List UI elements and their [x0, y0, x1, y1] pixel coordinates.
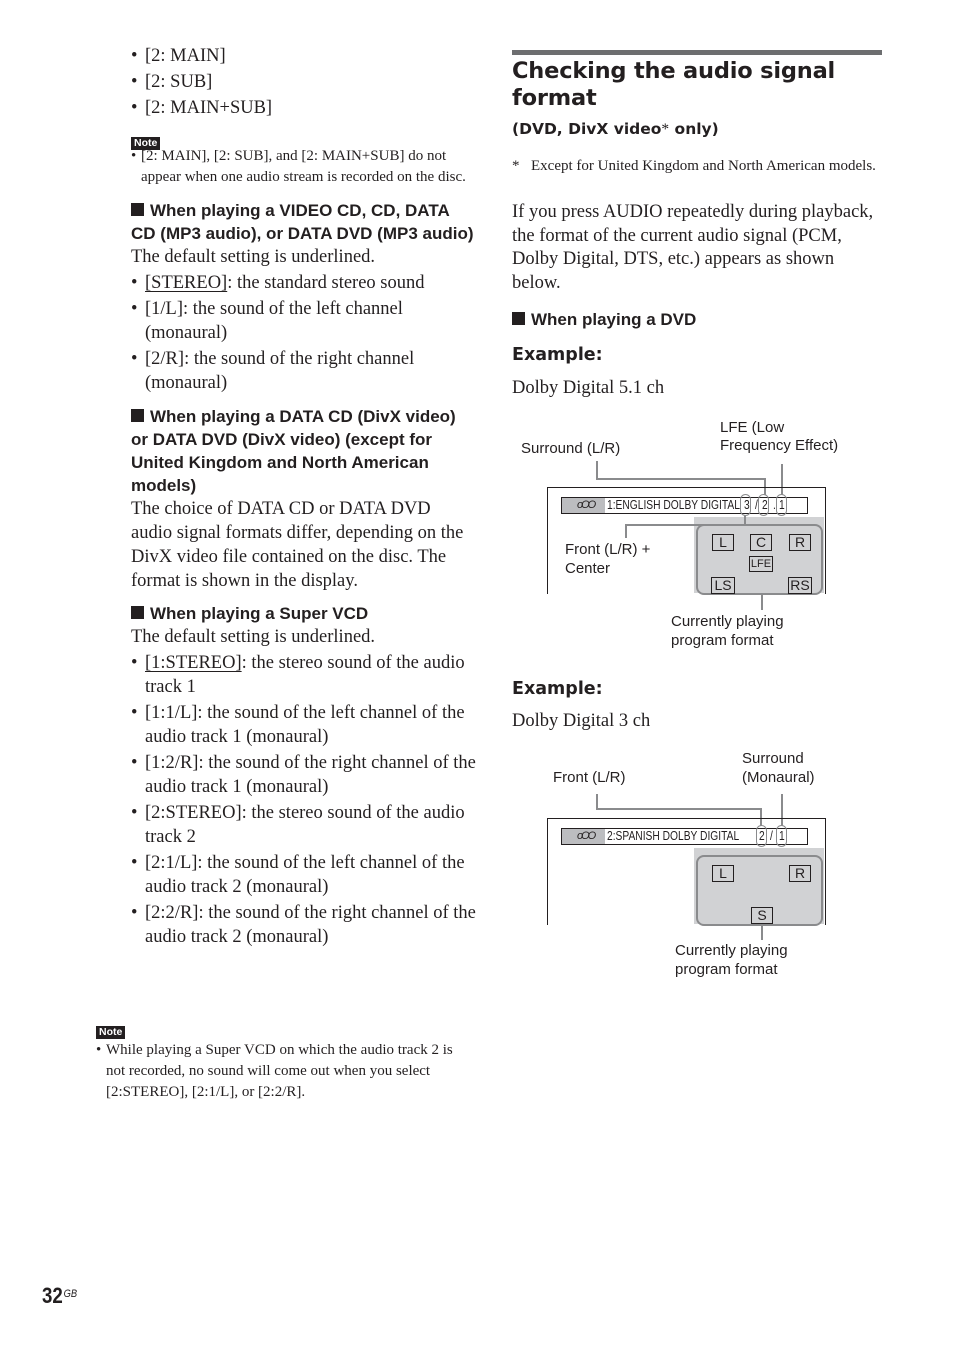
example-label: Example:: [512, 679, 603, 699]
channel-r: R: [789, 865, 811, 882]
section-rule: [512, 50, 882, 55]
callout-program-line1: Currently playing: [671, 613, 784, 630]
highlight-ring: [758, 494, 769, 516]
channel-l: L: [712, 534, 734, 551]
leader-line: [625, 524, 627, 538]
section-heading-divx: When playing a DATA CD (DivX video) or D…: [131, 407, 456, 495]
example-format: Dolby Digital 5.1 ch: [512, 378, 665, 398]
highlight-ring: [776, 825, 787, 847]
disc-icon: oOO: [577, 499, 596, 511]
callout-front-line2: Center: [565, 560, 611, 577]
example-label: Example:: [512, 345, 603, 365]
display-bar: oOO 2:SPANISH DOLBY DIGITAL 2 / 1: [561, 828, 808, 845]
channel-c: C: [750, 534, 772, 551]
list-item: [1/L]: the sound of the left channel (mo…: [131, 297, 476, 345]
callout-program-line1: Currently playing: [675, 942, 788, 959]
page-title: Checking the audio signal format: [512, 58, 836, 111]
callout-surround-line1: Surround: [742, 750, 804, 767]
list-item: [2:STEREO]: the stereo sound of the audi…: [131, 801, 476, 849]
default-setting-note: The default setting is underlined.: [131, 247, 376, 267]
leader-line: [596, 461, 598, 479]
note-block-svcd: Note While playing a Super VCD on which …: [96, 1022, 468, 1103]
list-item: [1:1/L]: the sound of the left channel o…: [131, 701, 476, 749]
leader-line: [596, 478, 766, 480]
left-column: [2: MAIN] [2: SUB] [2: MAIN+SUB] Note [2…: [131, 44, 476, 949]
leader-line: [761, 594, 763, 610]
leader-line: [596, 808, 762, 810]
divx-description: The choice of DATA CD or DATA DVD audio …: [131, 499, 464, 591]
section-heading-vcd: When playing a VIDEO CD, CD, DATA CD (MP…: [131, 201, 474, 243]
list-item: [1:STEREO]: the stereo sound of the audi…: [131, 651, 476, 699]
example-format: Dolby Digital 3 ch: [512, 711, 651, 731]
display-bar: oOO 1:ENGLISH DOLBY DIGITAL 3 / 2 . 1: [561, 497, 808, 514]
separator: /: [770, 829, 773, 843]
channel-l: L: [712, 865, 734, 882]
callout-front: Front (L/R): [553, 769, 626, 786]
highlight-ring: [740, 494, 751, 516]
list-item: [1:2/R]: the sound of the right channel …: [131, 751, 476, 799]
callout-front-line1: Front (L/R) +: [565, 541, 651, 558]
default-setting-note: The default setting is underlined.: [131, 627, 376, 647]
channel-ls: LS: [711, 577, 735, 594]
disc-icon: oOO: [577, 830, 596, 842]
list-item: [2:2/R]: the sound of the right channel …: [131, 901, 476, 949]
callout-program-line2: program format: [675, 961, 778, 978]
note-text: [2: MAIN], [2: SUB], and [2: MAIN+SUB] d…: [131, 146, 476, 188]
option-2-main: [2: MAIN]: [131, 44, 476, 68]
page-region-suffix: GB: [63, 1288, 78, 1300]
section-heading-svcd: When playing a Super VCD: [131, 602, 476, 625]
channel-r: R: [789, 534, 811, 551]
channel-s: S: [751, 907, 773, 924]
footnote: * Except for United Kingdom and North Am…: [512, 158, 876, 174]
callout-program-line2: program format: [671, 632, 774, 649]
list-item: [2/R]: the sound of the right channel (m…: [131, 347, 476, 395]
square-bullet-icon: [131, 409, 144, 422]
page-number: 32GB: [42, 1283, 78, 1308]
callout-lfe-line2: Frequency Effect): [720, 437, 839, 454]
note-badge: Note: [96, 1026, 126, 1039]
leader-line: [596, 794, 598, 809]
intro-paragraph: If you press AUDIO repeatedly during pla…: [512, 202, 874, 294]
page-subtitle: (DVD, DivX video* only): [512, 120, 719, 138]
highlight-ring: [756, 825, 767, 847]
square-bullet-icon: [131, 203, 144, 216]
display-track-text: 2:SPANISH DOLBY DIGITAL: [607, 829, 740, 843]
section-heading-dvd: When playing a DVD: [512, 308, 696, 331]
option-2-sub: [2: SUB]: [131, 70, 476, 94]
note-text: While playing a Super VCD on which the a…: [96, 1040, 468, 1103]
callout-surround-line2: (Monaural): [742, 769, 815, 786]
channel-rs: RS: [788, 577, 812, 594]
highlight-ring: [776, 494, 787, 516]
callout-lfe-line1: LFE (Low: [720, 419, 785, 436]
list-item: [STEREO]: the standard stereo sound: [131, 271, 476, 295]
leader-line: [761, 924, 763, 940]
option-2-main-sub: [2: MAIN+SUB]: [131, 96, 476, 120]
display-track-text: 1:ENGLISH DOLBY DIGITAL: [607, 498, 740, 512]
square-bullet-icon: [512, 312, 525, 325]
square-bullet-icon: [131, 606, 144, 619]
list-item: [2:1/L]: the sound of the left channel o…: [131, 851, 476, 899]
channel-lfe: LFE: [749, 556, 773, 572]
callout-surround: Surround (L/R): [521, 440, 621, 457]
